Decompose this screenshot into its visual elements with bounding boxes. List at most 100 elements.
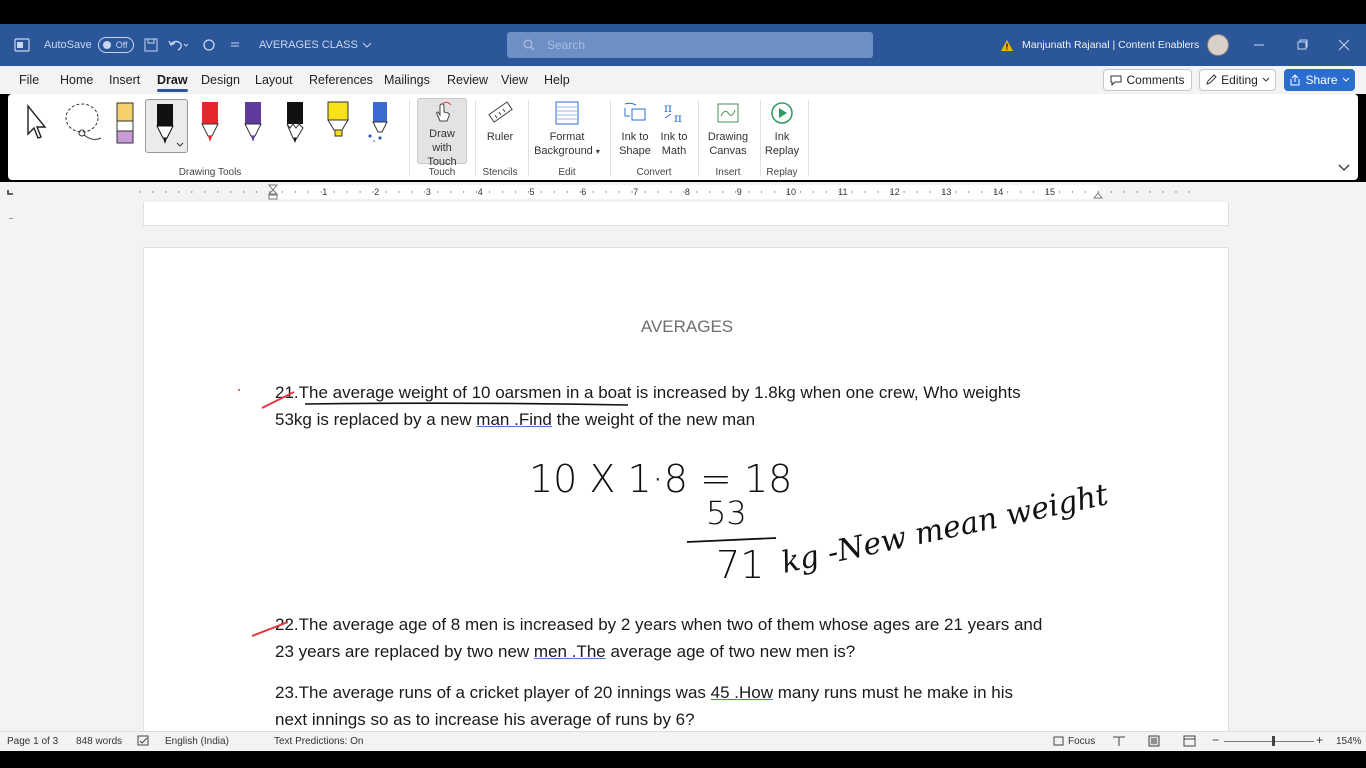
user-area[interactable]: Manjunath Rajanal | Content Enablers xyxy=(1000,24,1230,66)
draw-with-touch-button[interactable]: Draw with Touch xyxy=(417,98,467,168)
search-box[interactable]: Search xyxy=(507,32,873,58)
ink-replay-button[interactable]: Ink Replay xyxy=(764,98,800,164)
language[interactable]: English (India) xyxy=(165,736,229,747)
undo-icon[interactable] xyxy=(168,24,188,66)
galaxy-pen-icon[interactable] xyxy=(366,100,392,146)
tab-draw[interactable]: Draw xyxy=(157,73,188,92)
close-icon[interactable] xyxy=(1338,24,1350,66)
tab-home[interactable]: Home xyxy=(60,73,93,87)
editing-button[interactable]: Editing xyxy=(1199,69,1276,91)
question-23[interactable]: 23.The average runs of a cricket player … xyxy=(275,679,1135,731)
redo-icon[interactable] xyxy=(202,24,216,66)
replay-icon xyxy=(771,102,793,124)
pencil-tool-icon[interactable] xyxy=(282,100,308,146)
red-pen-icon[interactable] xyxy=(197,100,223,146)
zoom-slider[interactable] xyxy=(1224,741,1314,742)
read-mode-icon[interactable] xyxy=(1112,735,1126,750)
zoom-in-icon[interactable]: + xyxy=(1316,733,1323,747)
lasso-select-icon[interactable] xyxy=(63,100,103,146)
tab-selector-icon[interactable] xyxy=(7,190,13,195)
ruler-number: 9 xyxy=(737,187,742,197)
ruler-tick xyxy=(501,191,504,193)
focus-button[interactable]: Focus xyxy=(1068,736,1095,747)
collapse-ribbon-icon[interactable] xyxy=(1338,164,1350,172)
print-layout-icon[interactable] xyxy=(1148,735,1160,750)
page-count[interactable]: Page 1 of 3 xyxy=(7,736,58,747)
ruler-tick xyxy=(359,191,361,193)
tab-file[interactable]: File xyxy=(19,73,39,87)
autosave-toggle[interactable]: Off xyxy=(97,37,134,53)
ink-to-math-button[interactable]: ππ Ink to Math xyxy=(656,98,692,164)
ink-sum-line xyxy=(686,537,777,543)
grammar-underline[interactable]: man .Find xyxy=(476,410,552,429)
restore-icon[interactable] xyxy=(1296,24,1308,66)
ruler-tick xyxy=(294,191,297,193)
grammar-underline[interactable]: 45 .How xyxy=(711,683,773,702)
ruler-tick xyxy=(773,191,776,193)
proofing-icon[interactable] xyxy=(137,735,150,750)
ruler-tick xyxy=(955,191,957,193)
app-frame: AutoSave Off AVERAGES CLASS Manjunath Ra… xyxy=(0,0,1366,768)
highlighter-icon[interactable] xyxy=(325,100,351,146)
tab-mailings[interactable]: Mailings xyxy=(384,73,430,87)
eraser-icon[interactable] xyxy=(112,100,138,146)
zoom-slider-thumb[interactable] xyxy=(1272,736,1275,746)
zoom-out-icon[interactable]: − xyxy=(1212,733,1219,747)
ruler-button[interactable]: Ruler xyxy=(480,98,520,164)
avatar[interactable] xyxy=(1207,34,1230,56)
group-label-convert: Convert xyxy=(636,167,672,178)
grammar-underline[interactable]: men .The xyxy=(534,642,606,661)
ruler-number: 14 xyxy=(993,187,1003,197)
purple-pen-icon[interactable] xyxy=(240,100,266,146)
ruler-tick xyxy=(152,191,154,193)
document-page[interactable]: AVERAGES 21.The average weight of 10 oar… xyxy=(143,247,1229,731)
comments-button[interactable]: Comments xyxy=(1103,69,1192,91)
question-21[interactable]: 21.The average weight of 10 oarsmen in a… xyxy=(275,379,1135,433)
warning-icon xyxy=(1001,39,1013,51)
ruler-tick xyxy=(553,191,556,193)
ruler-tick xyxy=(242,191,245,193)
select-pointer-icon[interactable] xyxy=(24,100,50,146)
format-background-icon xyxy=(555,101,579,125)
ruler-tick xyxy=(191,191,193,193)
minimize-icon[interactable] xyxy=(1253,24,1265,66)
editing-label: Editing xyxy=(1221,73,1258,87)
tab-layout[interactable]: Layout xyxy=(255,73,293,87)
ruler-number: 6 xyxy=(581,187,586,197)
tab-insert[interactable]: Insert xyxy=(109,73,140,87)
ruler-tick xyxy=(307,191,309,193)
save-icon[interactable] xyxy=(144,24,158,66)
word-count[interactable]: 848 words xyxy=(76,736,122,747)
document-area[interactable]: AVERAGES 21.The average weight of 10 oar… xyxy=(0,202,1366,731)
ruler-tick xyxy=(1175,191,1177,193)
tab-references[interactable]: References xyxy=(309,73,373,87)
ruler-tick xyxy=(1149,191,1151,193)
ruler-tick xyxy=(437,191,439,193)
tab-review[interactable]: Review xyxy=(447,73,488,87)
tab-design[interactable]: Design xyxy=(201,73,240,87)
drawing-canvas-button[interactable]: Drawing Canvas xyxy=(702,98,754,164)
zoom-level[interactable]: 154% xyxy=(1336,736,1362,747)
question-23-line2: next innings so as to increase his avera… xyxy=(275,710,695,729)
ruler-tick xyxy=(1058,191,1061,193)
black-pen-selected[interactable] xyxy=(145,99,188,153)
group-label-touch: Touch xyxy=(428,167,456,178)
document-name[interactable]: AVERAGES CLASS xyxy=(259,24,372,66)
ruler-number: 5 xyxy=(529,187,534,197)
ruler-tick xyxy=(463,191,465,193)
tab-help[interactable]: Help xyxy=(544,73,570,87)
text-predictions[interactable]: Text Predictions: On xyxy=(274,736,363,747)
horizontal-ruler[interactable]: 1 2 3 4 5 6 7 8 9 10 11 12 13 14 15 xyxy=(0,182,1366,202)
pencil-icon xyxy=(1206,74,1217,85)
group-label-insert: Insert xyxy=(715,167,741,178)
tab-view[interactable]: View xyxy=(501,73,528,87)
ruler-tick xyxy=(217,191,219,193)
question-22[interactable]: 22.The average age of 8 men is increased… xyxy=(275,611,1135,665)
ink-to-shape-button[interactable]: Ink to Shape xyxy=(616,98,654,164)
user-name: Manjunath Rajanal | Content Enablers xyxy=(1022,39,1200,51)
qat-more-icon[interactable] xyxy=(230,24,240,66)
format-background-button[interactable]: Format Background ▾ xyxy=(532,98,602,164)
web-layout-icon[interactable] xyxy=(1183,735,1196,750)
ruler-number: 3 xyxy=(426,187,431,197)
share-button[interactable]: Share xyxy=(1284,69,1355,91)
